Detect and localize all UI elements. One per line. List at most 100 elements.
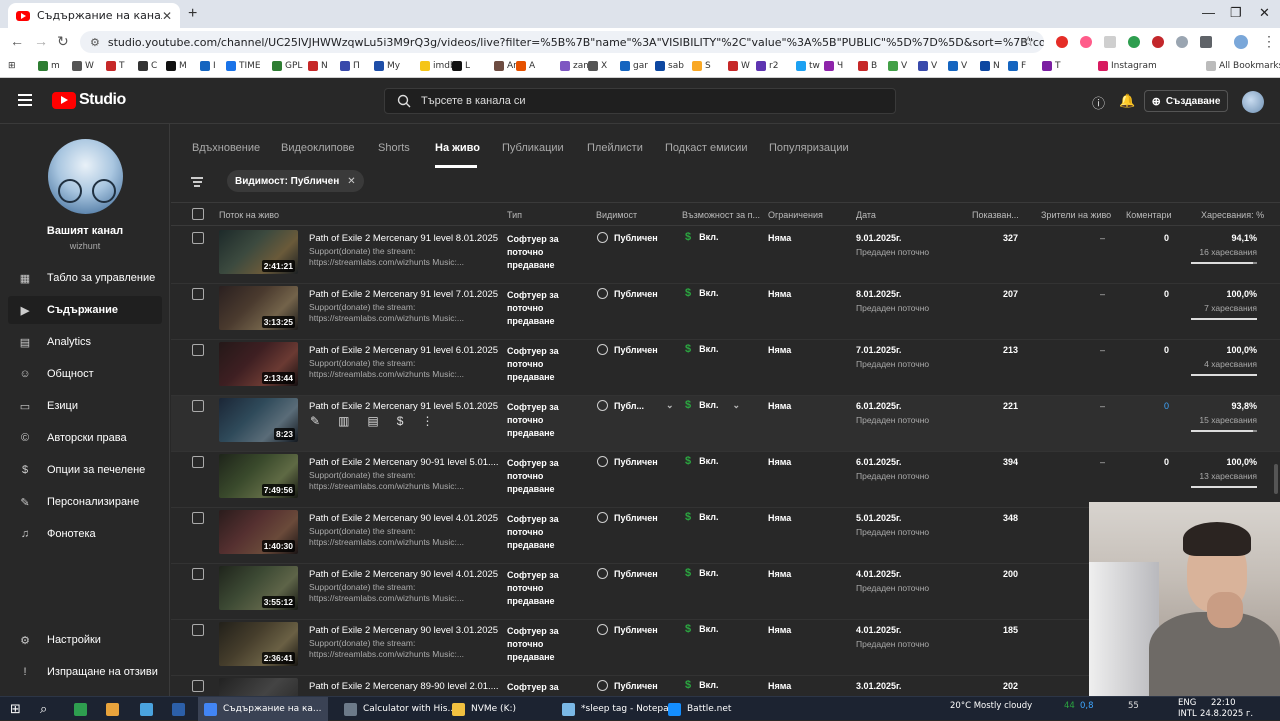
apps-grid-icon[interactable]: ⊞ — [8, 61, 16, 71]
bookmark-link[interactable]: Ч — [824, 61, 843, 71]
tab-2[interactable]: Shorts — [378, 142, 410, 154]
extension-icon[interactable] — [1176, 36, 1188, 48]
clock-date[interactable]: 24.8.2025 г. — [1200, 709, 1253, 719]
monetization-cell[interactable]: $ Вкл. — [685, 623, 718, 635]
extension-icon[interactable] — [1152, 36, 1164, 48]
bookmark-link[interactable]: V — [918, 61, 937, 71]
row-checkbox[interactable] — [192, 232, 204, 244]
bookmark-star-icon[interactable]: ☆ — [1022, 33, 1035, 50]
sidebar-item-subtitles[interactable]: ▭ Езици — [8, 392, 162, 420]
table-row[interactable]: 2:41:21 Path of Exile 2 Mercenary 91 leve… — [171, 228, 1280, 284]
browser-tab[interactable]: Съдържание на канала - YouT ✕ — [8, 3, 180, 28]
video-title[interactable]: Path of Exile 2 Mercenary 90-91 level 5.… — [309, 457, 499, 468]
video-title[interactable]: Path of Exile 2 Mercenary 91 level 8.01.… — [309, 233, 498, 244]
bookmark-link[interactable]: W — [728, 61, 750, 71]
col-views[interactable]: Показван... — [972, 210, 1019, 220]
taskbar-window[interactable]: Calculator with His... — [338, 697, 462, 721]
edit-pencil-icon[interactable]: ✎ — [310, 414, 320, 428]
col-visibility[interactable]: Видимост — [596, 210, 637, 220]
bookmark-link[interactable]: tw — [796, 61, 820, 71]
bookmark-link[interactable]: m — [38, 61, 60, 71]
tab-5[interactable]: Плейлисти — [587, 142, 643, 154]
windows-start-icon[interactable]: ⊞ — [10, 697, 21, 721]
table-row[interactable]: 8:23 Path of Exile 2 Mercenary 91 level 5… — [171, 396, 1280, 452]
forward-icon[interactable]: → — [34, 33, 48, 49]
col-date[interactable]: Дата — [856, 210, 876, 220]
site-info-icon[interactable]: ⚙ — [90, 36, 100, 49]
filter-icon[interactable] — [191, 177, 203, 189]
video-title[interactable]: Path of Exile 2 Mercenary 90 level 3.01.… — [309, 625, 498, 636]
scrollbar[interactable] — [1274, 464, 1278, 494]
visibility-cell[interactable]: Публичен — [597, 344, 658, 355]
create-button[interactable]: ⊕ Създаване — [1144, 90, 1228, 112]
language-indicator[interactable]: ENG — [1178, 698, 1196, 708]
bookmark-link[interactable]: N — [308, 61, 328, 71]
visibility-cell[interactable]: Публичен — [597, 568, 658, 579]
reload-icon[interactable]: ↻ — [57, 33, 69, 50]
row-checkbox[interactable] — [192, 568, 204, 580]
account-avatar[interactable] — [1242, 91, 1264, 113]
bookmark-link[interactable]: T — [106, 61, 125, 71]
bookmark-link[interactable]: I — [200, 61, 216, 71]
bookmark-link[interactable]: r2 — [756, 61, 778, 71]
bookmark-link[interactable]: S — [692, 61, 711, 71]
sidebar-item-copyright[interactable]: © Авторски права — [8, 424, 162, 452]
bookmark-link[interactable]: My — [374, 61, 400, 71]
back-icon[interactable]: ← — [10, 33, 24, 49]
profile-avatar-icon[interactable] — [1234, 35, 1248, 49]
taskbar-app-icon[interactable] — [74, 697, 93, 721]
studio-logo[interactable]: Studio — [52, 91, 126, 109]
video-title[interactable]: Path of Exile 2 Mercenary 89-90 level 2.… — [309, 681, 499, 692]
sidebar-item-settings[interactable]: ⚙ Настройки — [8, 626, 162, 654]
weather-text[interactable]: 20°C Mostly cloudy — [950, 701, 1032, 711]
video-thumbnail[interactable]: 7:49:56 — [219, 454, 298, 498]
row-checkbox[interactable] — [192, 344, 204, 356]
monetization-cell[interactable]: $ Вкл. ⌄ — [685, 399, 740, 411]
monetization-cell[interactable]: $ Вкл. — [685, 287, 718, 299]
bookmark-link[interactable]: C — [138, 61, 157, 71]
bookmark-link[interactable]: П — [340, 61, 360, 71]
monetization-cell[interactable]: $ Вкл. — [685, 679, 718, 691]
video-thumbnail[interactable]: 8:23 — [219, 398, 298, 442]
sidebar-item-customization[interactable]: ✎ Персонализиране — [8, 488, 162, 516]
monetization-icon[interactable]: $ — [397, 414, 404, 428]
sidebar-item-analytics[interactable]: ▤ Analytics — [8, 328, 162, 356]
keyboard-layout[interactable]: INTL — [1178, 709, 1197, 719]
visibility-cell[interactable]: Публичен — [597, 680, 658, 691]
bookmark-link[interactable]: T — [1042, 61, 1061, 71]
taskbar-window[interactable]: Battle.net — [662, 697, 737, 721]
new-tab-icon[interactable]: + — [188, 5, 197, 23]
visibility-cell[interactable]: Публичен — [597, 232, 658, 243]
all-bookmarks-link[interactable]: All Bookmarks — [1206, 61, 1280, 71]
row-checkbox[interactable] — [192, 624, 204, 636]
chevron-down-icon[interactable]: ⌄ — [732, 400, 740, 411]
comments-value[interactable]: 0 — [1156, 401, 1169, 411]
bookmark-link[interactable]: N — [980, 61, 1000, 71]
visibility-cell[interactable]: Публичен — [597, 456, 658, 467]
taskbar-window[interactable]: NVMe (K:) — [446, 697, 522, 721]
table-row[interactable]: 7:49:56 Path of Exile 2 Mercenary 90-91 l… — [171, 452, 1280, 508]
minimize-icon[interactable]: — — [1202, 5, 1215, 20]
tab-4[interactable]: Публикации — [502, 142, 564, 154]
remove-filter-icon[interactable]: ✕ — [347, 176, 355, 187]
taskbar-app-icon[interactable] — [106, 697, 125, 721]
monetization-cell[interactable]: $ Вкл. — [685, 343, 718, 355]
tab-3[interactable]: На живо — [435, 142, 480, 154]
menu-icon[interactable] — [18, 94, 32, 109]
monetization-cell[interactable]: $ Вкл. — [685, 231, 718, 243]
col-comments[interactable]: Коментари — [1126, 210, 1171, 220]
tab-0[interactable]: Вдъхновение — [192, 142, 260, 154]
channel-avatar[interactable] — [48, 139, 123, 214]
more-menu-icon[interactable]: ⋮ — [1262, 33, 1276, 50]
bookmark-link[interactable]: X — [588, 61, 607, 71]
clock-time[interactable]: 22:10 — [1211, 698, 1236, 708]
tab-6[interactable]: Подкаст емисии — [665, 142, 748, 154]
sidebar-item-feedback[interactable]: ! Изпращане на отзиви — [8, 658, 162, 686]
extension-icon[interactable] — [1128, 36, 1140, 48]
col-monetization[interactable]: Възможност за п... — [682, 210, 760, 220]
col-live-viewers[interactable]: Зрители на живо — [1041, 210, 1111, 220]
video-title[interactable]: Path of Exile 2 Mercenary 91 level 6.01.… — [309, 345, 498, 356]
sidebar-item-dashboard[interactable]: ▦ Табло за управление — [8, 264, 162, 292]
tab-1[interactable]: Видеоклипове — [281, 142, 355, 154]
bookmark-link[interactable]: F — [1008, 61, 1026, 71]
